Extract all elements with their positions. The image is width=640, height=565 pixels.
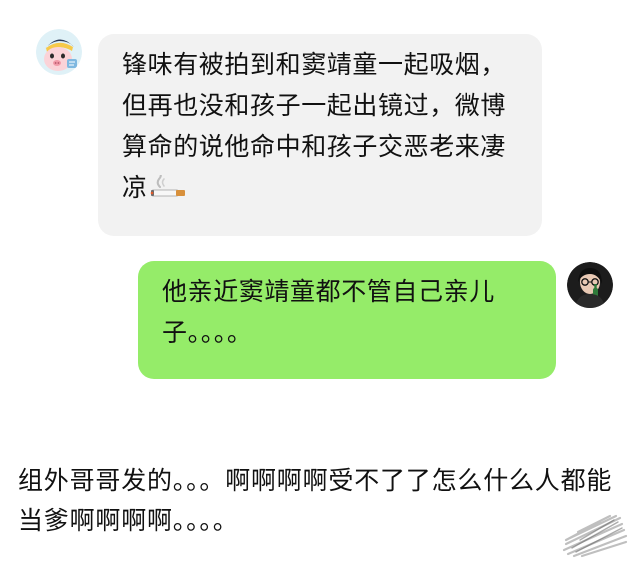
- person-photo-avatar-icon: [567, 262, 613, 308]
- post-caption: 组外哥哥发的。。。啊啊啊啊受不了了怎么什么人都能当爹啊啊啊啊。。。。: [18, 466, 613, 535]
- cartoon-pig-avatar-icon: [36, 29, 82, 75]
- outgoing-message-bubble[interactable]: 他亲近窦靖童都不管自己亲儿子。。。。: [138, 261, 556, 379]
- cigarette-icon: [150, 175, 188, 203]
- sender-avatar[interactable]: [36, 29, 82, 75]
- user-avatar[interactable]: [567, 262, 613, 308]
- scribble-watermark-icon: [560, 510, 630, 558]
- incoming-message-text: 锋味有被拍到和窦靖童一起吸烟，但再也没和孩子一起出镜过，微博算命的说他命中和孩子…: [122, 50, 507, 203]
- incoming-message-bubble[interactable]: 锋味有被拍到和窦靖童一起吸烟，但再也没和孩子一起出镜过，微博算命的说他命中和孩子…: [98, 34, 542, 236]
- outgoing-message-text: 他亲近窦靖童都不管自己亲儿子。。。。: [162, 277, 495, 347]
